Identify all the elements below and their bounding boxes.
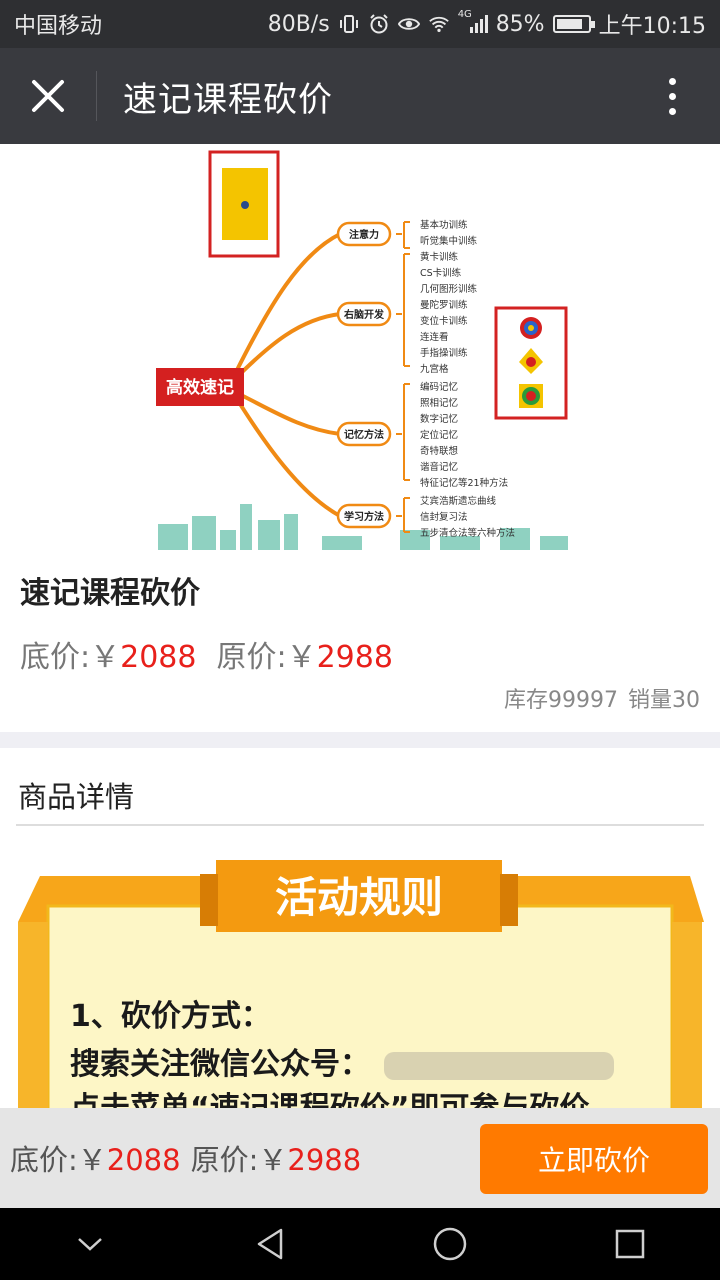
branch-item: 手指操训练	[420, 347, 468, 359]
stock-count: 库存99997	[504, 688, 618, 713]
branch-item: 照相记忆	[420, 397, 458, 409]
hide-nav-button[interactable]	[50, 1208, 130, 1280]
branch-item: 基本功训练	[420, 219, 468, 231]
rules-banner-title: 活动规则	[275, 873, 443, 922]
back-button[interactable]	[230, 1208, 310, 1280]
branch-item: 五步清仓法等六种方法	[420, 527, 515, 539]
carrier-name: 中国移动	[14, 14, 103, 39]
branch-label: 右脑开发	[343, 308, 385, 321]
branch-item: 黄卡训练	[420, 251, 459, 263]
network-speed: 80B/s	[267, 11, 330, 37]
bottom-floor-value: 2088	[106, 1143, 181, 1177]
original-price-value: 2988	[316, 640, 393, 675]
more-dot-icon	[668, 92, 676, 100]
bottom-price: 底价:￥2088 原价:￥2988	[10, 1137, 361, 1179]
network-type: 4G	[457, 9, 472, 20]
close-button[interactable]	[0, 48, 96, 144]
details-heading: 商品详情	[18, 780, 135, 814]
alarm-icon	[368, 13, 390, 35]
signal-icon: 4G	[458, 9, 488, 35]
bottom-floor-label: 底价:￥	[10, 1143, 107, 1177]
recents-button[interactable]	[590, 1208, 670, 1280]
rules-line-3: 点击菜单“速记课程砍价”即可参与砍价	[70, 1091, 589, 1108]
wifi-icon	[428, 13, 450, 35]
branch-item: 听觉集中训练	[420, 235, 478, 247]
branch-item: 艾宾浩斯遗忘曲线	[420, 495, 497, 507]
price-row: 底价:￥2088 原价:￥2988	[20, 632, 700, 676]
branch-item: 编码记忆	[420, 381, 458, 393]
original-price: 原价:￥2988	[216, 632, 392, 676]
more-dot-icon	[668, 77, 676, 85]
eye-icon	[397, 13, 420, 35]
bargain-now-button[interactable]: 立即砍价	[480, 1124, 708, 1194]
branch-item: 谐音记忆	[420, 461, 458, 473]
home-circle-icon	[433, 1227, 467, 1261]
battery-icon	[552, 15, 595, 33]
original-price-label: 原价:￥	[216, 640, 317, 675]
blurred-account-name	[384, 1052, 614, 1080]
branch-label: 学习方法	[344, 510, 384, 523]
floor-price-label: 底价:￥	[20, 640, 121, 675]
mindmap-center-label: 高效速记	[166, 377, 234, 398]
branch-item: 特征记忆等21种方法	[420, 477, 508, 489]
branch-item: 信封复习法	[420, 511, 468, 523]
branch-label: 注意力	[349, 228, 379, 241]
battery-percent: 85%	[495, 11, 545, 37]
more-menu-button[interactable]	[624, 48, 720, 144]
branch-item: 连连看	[420, 331, 449, 343]
status-bar: 中国移动 80B/s 4G 85% 上午10:15	[0, 0, 720, 48]
branch-item: 曼陀罗训练	[420, 299, 468, 311]
product-info: 速记课程砍价 底价:￥2088 原价:￥2988 库存99997 销量30	[0, 550, 720, 732]
product-image[interactable]: 高效速记 注意力 右脑开发 记忆方法 学习方法 基本功训练 听觉集中训练 黄卡训…	[0, 144, 720, 550]
branch-item: 奇特联想	[420, 445, 459, 457]
branch-item: 数字记忆	[420, 413, 458, 425]
vibrate-icon	[338, 13, 360, 35]
bottom-original-label: 原价:￥	[190, 1143, 288, 1177]
title-divider	[96, 71, 97, 121]
bottom-floor-price: 底价:￥2088	[10, 1137, 181, 1179]
floor-price-value: 2088	[120, 640, 197, 675]
chevron-down-icon	[78, 1238, 102, 1251]
bottom-original-price: 原价:￥2988	[191, 1137, 362, 1179]
branch-item: 九宫格	[420, 363, 449, 375]
rules-banner-image[interactable]: 活动规则 1、砍价方式： 搜索关注微信公众号： 点击菜单“速记课程砍价”即可参与…	[0, 826, 720, 1108]
product-title: 速记课程砍价	[20, 576, 200, 611]
bottom-original-value: 2988	[287, 1143, 362, 1177]
sales-count: 销量30	[628, 688, 700, 713]
section-gap	[0, 732, 720, 748]
close-icon	[32, 80, 64, 112]
branch-label: 记忆方法	[344, 428, 384, 441]
floor-price: 底价:￥2088	[20, 632, 196, 676]
product-details: 商品详情 活动规则 1、砍价方式： 搜索关注微信公众号： 点击菜单“速记课程砍价…	[0, 748, 720, 1108]
branch-item: 几何图形训练	[420, 283, 478, 295]
bottom-action-bar: 底价:￥2088 原价:￥2988 立即砍价	[0, 1108, 720, 1208]
stock-sales: 库存99997 销量30	[504, 682, 700, 714]
recents-square-icon	[615, 1229, 645, 1259]
home-button[interactable]	[410, 1208, 490, 1280]
title-bar: 速记课程砍价	[0, 48, 720, 144]
back-triangle-icon	[257, 1228, 283, 1260]
branch-item: CS卡训练	[420, 267, 462, 279]
system-nav-bar	[0, 1208, 720, 1280]
rules-line-1: 1、砍价方式：	[70, 999, 271, 1034]
more-dot-icon	[668, 107, 676, 115]
page-title: 速记课程砍价	[123, 79, 333, 120]
clock: 上午10:15	[598, 14, 706, 39]
rules-line-2: 搜索关注微信公众号：	[70, 1047, 370, 1082]
branch-item: 变位卡训练	[420, 315, 468, 327]
branch-item: 定位记忆	[420, 429, 458, 441]
